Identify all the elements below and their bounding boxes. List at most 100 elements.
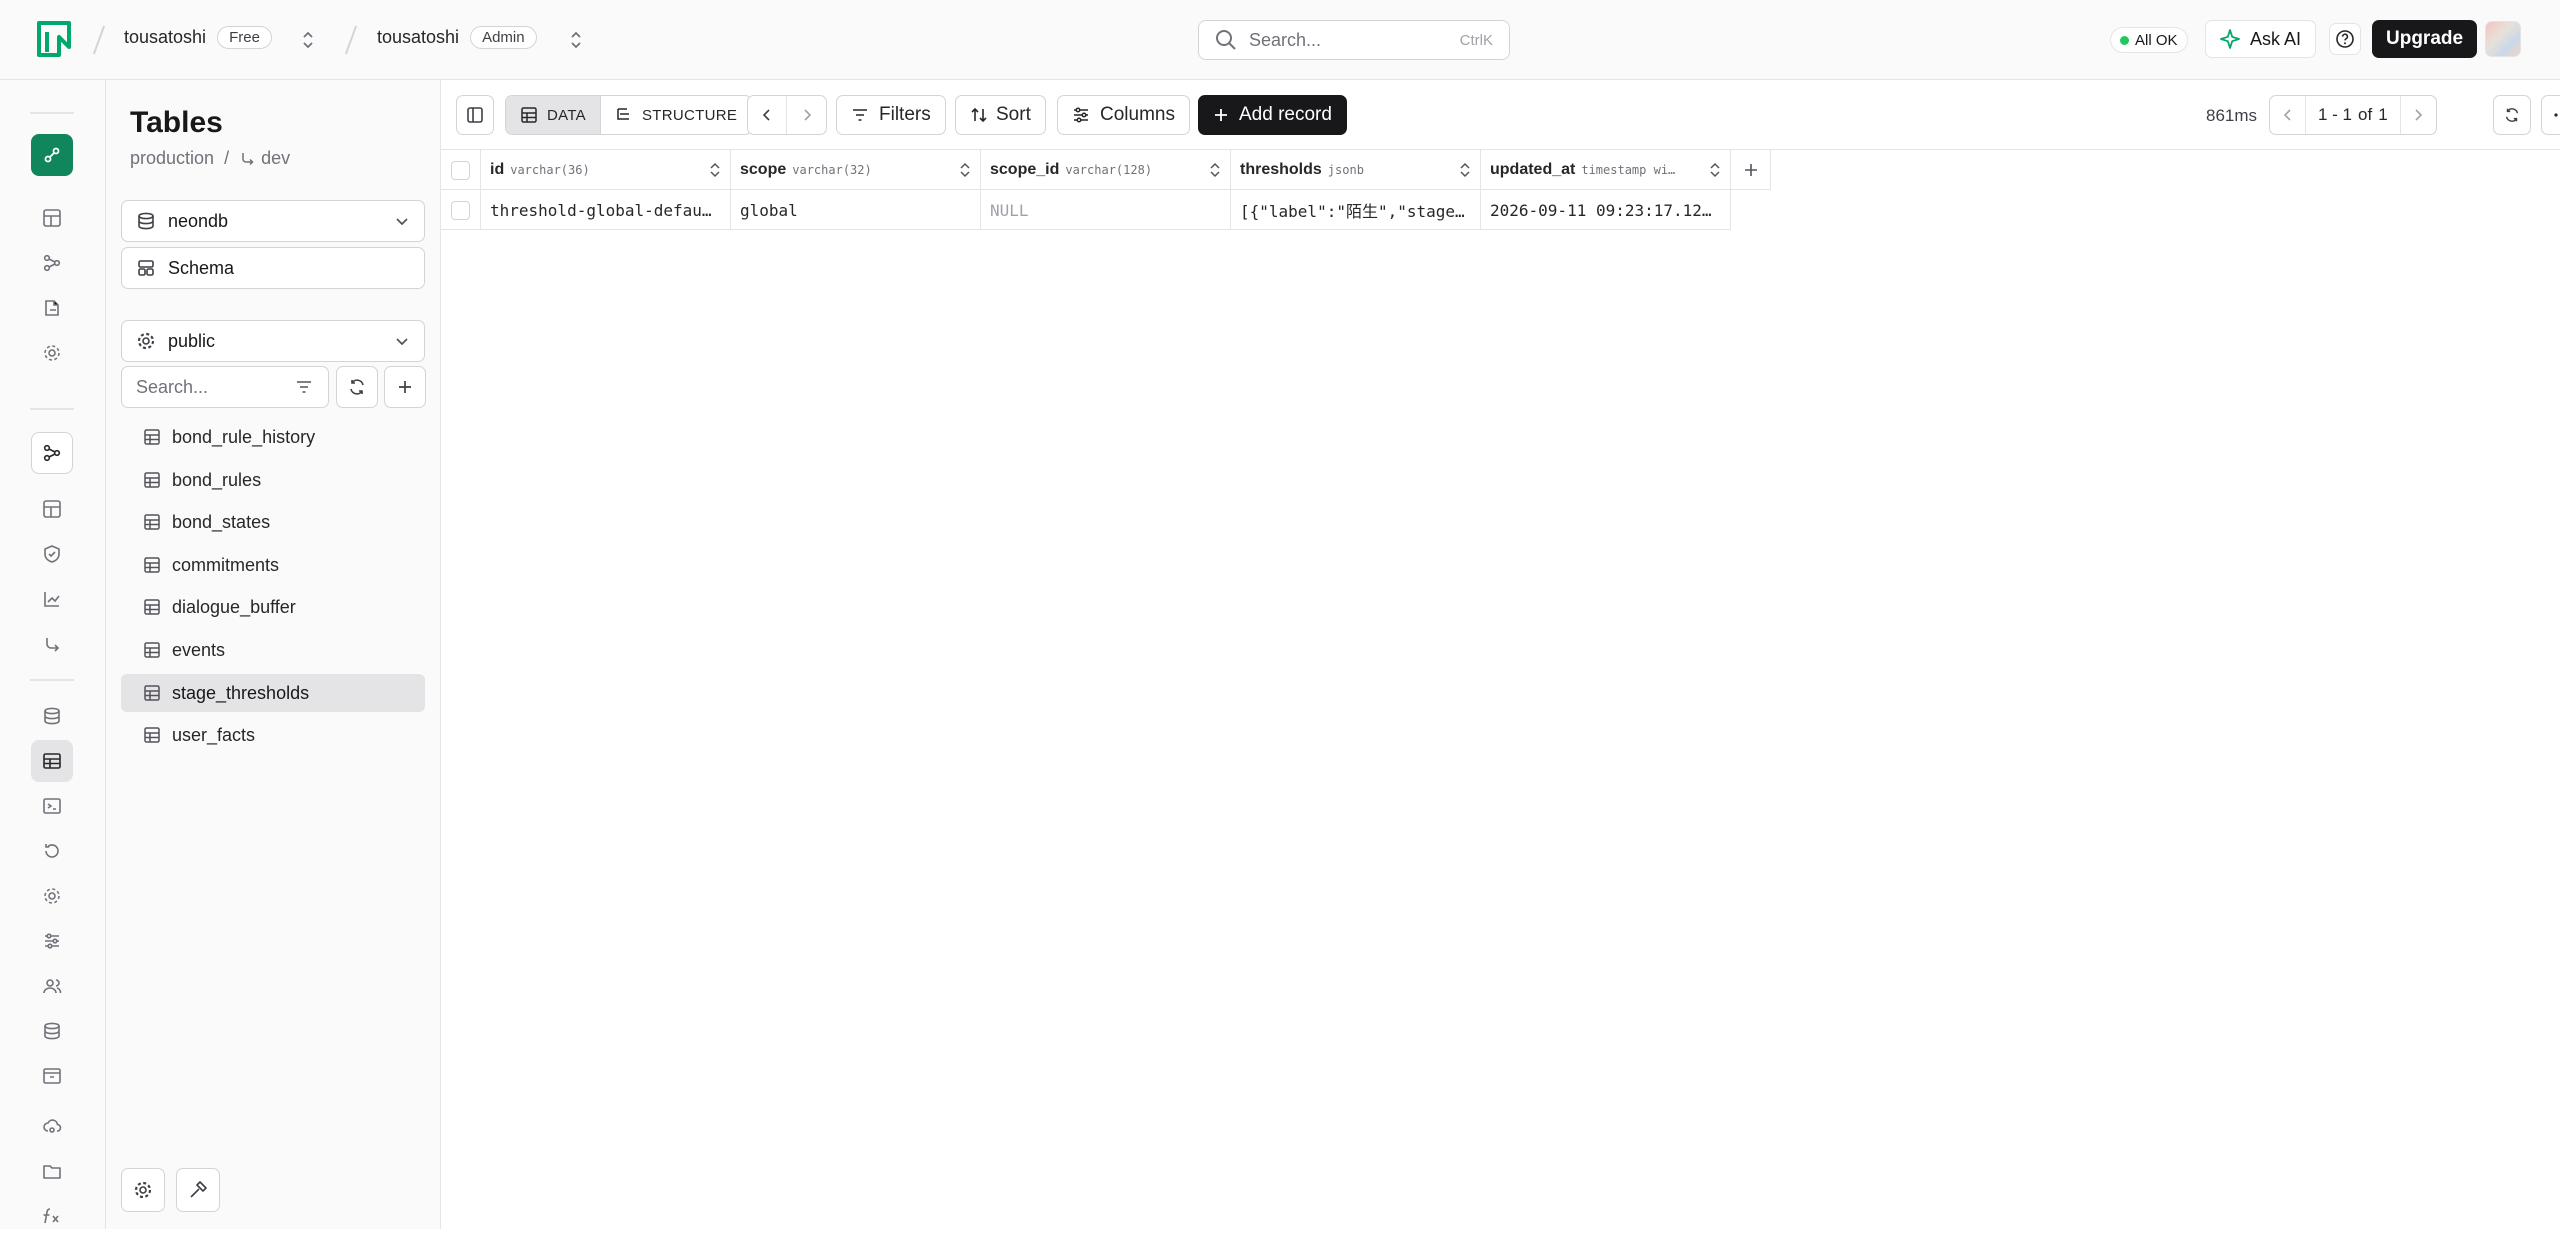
integrations-icon[interactable] [31, 287, 73, 329]
table-row[interactable]: threshold-global-defau… global NULL [{"labe… [441, 190, 1731, 230]
table-list-item[interactable]: bond_rules [121, 461, 425, 499]
sort-toggle-icon[interactable] [959, 162, 971, 178]
restore-history-icon[interactable] [31, 830, 73, 872]
refresh-icon [347, 377, 367, 397]
ask-ai-button[interactable]: Ask AI [2205, 20, 2317, 58]
column-header[interactable]: updated_at timestamp wi… [1481, 150, 1731, 190]
table-list-item[interactable]: commitments [121, 546, 425, 584]
column-header[interactable]: scope_id varchar(128) [981, 150, 1231, 190]
page-pager: 1 - 1 of 1 [2269, 95, 2437, 135]
tab-structure[interactable]: STRUCTURE [599, 96, 751, 134]
table-list-item[interactable]: user_facts [121, 716, 425, 754]
row-checkbox-cell[interactable] [441, 190, 481, 230]
column-header[interactable]: scope varchar(32) [731, 150, 981, 190]
table-cell[interactable]: threshold-global-defau… [481, 190, 731, 230]
select-all-checkbox[interactable] [451, 160, 470, 180]
settings-icon [133, 1180, 153, 1200]
database-icon[interactable] [31, 695, 73, 737]
org-switcher[interactable]: tousatoshi Free [124, 26, 272, 49]
plus-icon [1743, 162, 1759, 178]
table-search-input[interactable]: Search... [121, 366, 329, 408]
database-select[interactable]: neondb [121, 200, 425, 242]
overview-grid-icon[interactable] [31, 488, 73, 530]
status-label: All OK [2135, 31, 2178, 49]
prev-page-button[interactable] [2270, 96, 2306, 134]
breadcrumb-env[interactable]: production [130, 148, 214, 169]
schema-cog-icon [136, 331, 156, 351]
table-cell[interactable]: NULL [981, 190, 1231, 230]
table-cell[interactable]: global [731, 190, 981, 230]
table-cell[interactable]: 2026-09-11 09:23:17.12… [1481, 190, 1731, 230]
column-type: timestamp wi… [1581, 163, 1676, 177]
breadcrumb-branch[interactable]: dev [239, 148, 290, 169]
more-options-button[interactable] [2541, 95, 2560, 135]
folder-icon[interactable] [31, 1150, 73, 1192]
dashboard-icon[interactable] [31, 197, 73, 239]
avatar[interactable] [2485, 21, 2521, 57]
tables-icon[interactable] [31, 740, 73, 782]
schema-diff-icon[interactable] [31, 920, 73, 962]
next-record-button[interactable] [787, 96, 826, 134]
sort-button[interactable]: Sort [955, 95, 1046, 135]
sort-toggle-icon[interactable] [1709, 162, 1721, 178]
sidebar-settings-button[interactable] [121, 1168, 165, 1212]
settings-icon[interactable] [31, 332, 73, 374]
add-column-button[interactable] [1731, 150, 1771, 190]
sort-toggle-icon[interactable] [709, 162, 721, 178]
filter-icon[interactable] [294, 377, 314, 397]
monitoring-chart-icon[interactable] [31, 578, 73, 620]
rail-divider [30, 112, 74, 114]
cloud-sync-icon[interactable] [31, 1105, 73, 1147]
table-icon [143, 726, 161, 744]
table-list-item[interactable]: bond_rule_history [121, 418, 425, 456]
project-switcher-chevron-icon[interactable] [568, 28, 584, 52]
refresh-tables-button[interactable] [336, 366, 378, 408]
toggle-sidebar-button[interactable] [456, 95, 494, 135]
column-header[interactable]: thresholds jsonb [1231, 150, 1481, 190]
branches-icon[interactable] [31, 242, 73, 284]
sort-toggle-icon[interactable] [1209, 162, 1221, 178]
table-list-item[interactable]: bond_states [121, 503, 425, 541]
help-button[interactable] [2329, 23, 2361, 55]
upgrade-button[interactable]: Upgrade [2372, 20, 2478, 58]
roles-users-icon[interactable] [31, 965, 73, 1007]
table-name: user_facts [172, 724, 256, 745]
status-badge[interactable]: All OK [2110, 27, 2188, 53]
column-header[interactable]: id varchar(36) [481, 150, 731, 190]
schema-select[interactable]: public [121, 320, 425, 362]
search-shortcut: CtrlK [1459, 31, 1493, 49]
auth-shield-icon[interactable] [31, 533, 73, 575]
rail-project-icon[interactable] [31, 134, 73, 176]
refresh-data-button[interactable] [2493, 95, 2531, 135]
neon-logo-icon[interactable] [36, 20, 72, 58]
add-table-button[interactable] [384, 366, 426, 408]
schema-button[interactable]: Schema [121, 247, 425, 289]
storage-icon[interactable] [31, 1010, 73, 1052]
config-gear-icon[interactable] [31, 875, 73, 917]
sort-toggle-icon[interactable] [1459, 162, 1471, 178]
filters-button[interactable]: Filters [836, 95, 946, 135]
functions-icon[interactable] [31, 1195, 73, 1237]
add-record-button[interactable]: Add record [1198, 95, 1347, 135]
branch-overview-icon[interactable] [31, 432, 73, 474]
branch-name: dev [261, 148, 291, 168]
branch-arrow-icon[interactable] [31, 623, 73, 665]
project-switcher[interactable]: tousatoshi Admin [377, 26, 537, 49]
next-page-button[interactable] [2399, 96, 2436, 134]
table-icon [143, 428, 161, 446]
archive-box-icon[interactable] [31, 1055, 73, 1097]
prev-record-button[interactable] [748, 96, 788, 134]
table-cell[interactable]: [{"label":"陌生","stage… [1231, 190, 1481, 230]
global-search[interactable]: Search... CtrlK [1198, 20, 1510, 60]
table-list-item[interactable]: stage_thresholds [121, 674, 425, 712]
row-checkbox[interactable] [451, 200, 470, 220]
table-list-item[interactable]: events [121, 631, 425, 669]
table-name: dialogue_buffer [172, 596, 296, 617]
tab-data[interactable]: DATA [506, 96, 600, 134]
columns-button[interactable]: Columns [1057, 95, 1190, 135]
sql-editor-icon[interactable] [31, 785, 73, 827]
org-switcher-chevron-icon[interactable] [300, 28, 316, 52]
table-list-item[interactable]: dialogue_buffer [121, 588, 425, 626]
tools-button[interactable] [176, 1168, 220, 1212]
select-all-checkbox-cell[interactable] [441, 150, 481, 190]
